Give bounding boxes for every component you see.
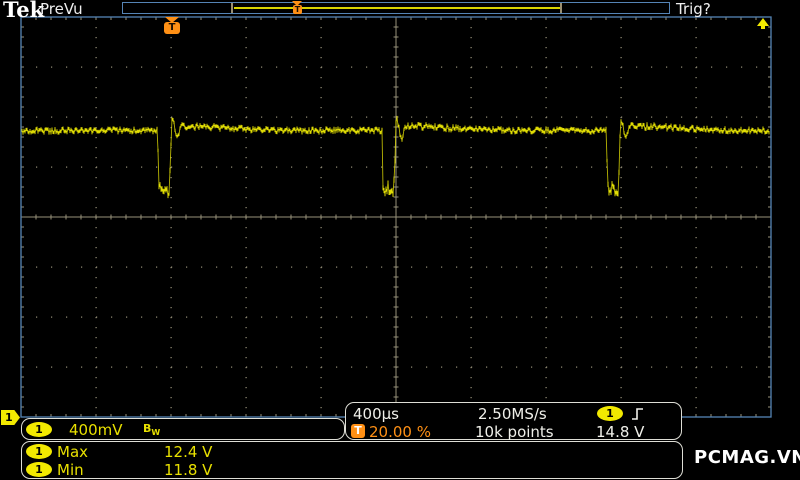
bandwidth-limit-icon: BW: [143, 422, 161, 438]
pcmag-watermark: PCMAG.VN: [694, 447, 800, 468]
measurement-label: Max: [57, 443, 89, 461]
acquisition-window-line: [234, 7, 561, 9]
trigger-level-offscreen-arrow-icon: [757, 18, 769, 29]
oscilloscope-screen: Tek PreVu Trig? T T 1 1 400mV BW 400µs T…: [0, 0, 800, 480]
up-arrow-stem: [761, 26, 765, 29]
channel1-badge: 1: [26, 444, 52, 459]
timebase-readout: 400µs: [353, 405, 399, 423]
up-arrow-icon: [757, 18, 769, 26]
measurements-box: 1 Max 12.4 V 1 Min 11.8 V: [21, 441, 683, 479]
acquisition-mode-label: PreVu: [40, 0, 83, 18]
window-right-bracket: [560, 3, 562, 13]
channel1-readout-box: 1 400mV BW: [21, 418, 345, 440]
channel1-badge: 1: [26, 462, 52, 477]
tek-logo: Tek: [3, 0, 45, 22]
window-left-bracket: [231, 3, 233, 13]
trigger-source-badge: 1: [597, 406, 623, 421]
record-trigger-position-icon: T: [292, 1, 303, 14]
trigger-t-icon: T: [351, 424, 365, 438]
trigger-position-marker-icon: T: [164, 17, 180, 34]
sample-rate-readout: 2.50MS/s: [478, 405, 547, 423]
trigger-level-readout: 14.8 V: [596, 423, 645, 441]
channel1-badge: 1: [26, 422, 52, 437]
rising-edge-slope-icon: [632, 408, 643, 420]
record-length-readout: 10k points: [475, 423, 554, 441]
measurement-label: Min: [57, 461, 84, 479]
measurement-value: 12.4 V: [164, 443, 213, 461]
trigger-position-readout: 20.00 %: [369, 423, 431, 441]
measurement-value: 11.8 V: [164, 461, 213, 479]
trigger-status-label: Trig?: [676, 0, 711, 18]
channel1-scale-readout: 400mV: [69, 421, 123, 439]
measurement-row-max: 1 Max 12.4 V: [22, 443, 682, 461]
horizontal-trigger-readout-box: 400µs T 20.00 % 2.50MS/s 10k points 1 14…: [345, 402, 682, 441]
measurement-row-min: 1 Min 11.8 V: [22, 461, 682, 479]
